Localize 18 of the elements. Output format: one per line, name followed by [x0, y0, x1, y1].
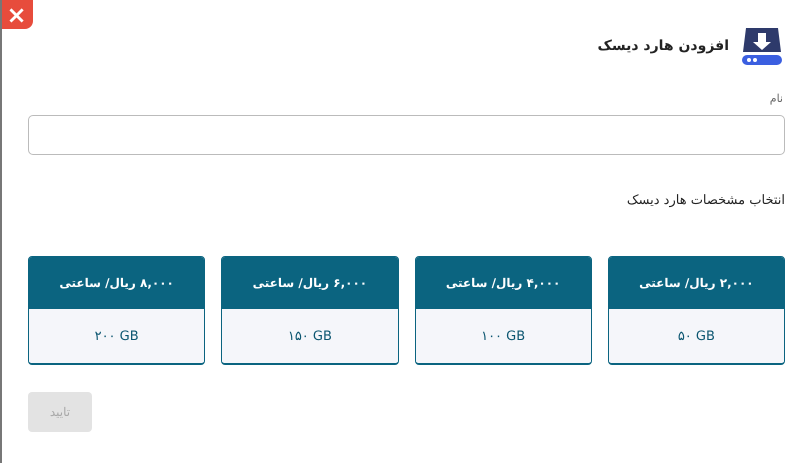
- close-button[interactable]: ×: [2, 0, 33, 29]
- hard-disk-icon: [741, 26, 783, 66]
- plan-size: ۵۰ GB: [678, 328, 715, 344]
- dialog-title: افزودن هارد دیسک: [598, 38, 729, 54]
- plan-card[interactable]: ۸,۰۰۰ ریال/ ساعتی ۲۰۰ GB: [28, 256, 206, 365]
- plan-price: ۸,۰۰۰ ریال/ ساعتی: [59, 276, 174, 290]
- name-field[interactable]: [28, 115, 785, 155]
- plan-size: ۱۰۰ GB: [481, 328, 526, 344]
- plan-size: ۱۵۰ GB: [288, 328, 332, 344]
- plan-price: ۶,۰۰۰ ریال/ ساعتی: [252, 276, 368, 290]
- plan-price: ۲,۰۰۰ ریال/ ساعتی: [639, 276, 754, 290]
- section-title: انتخاب مشخصات هارد دیسک: [626, 193, 785, 208]
- plan-price: ۴,۰۰۰ ریال/ ساعتی: [446, 276, 560, 290]
- plan-card[interactable]: ۶,۰۰۰ ریال/ ساعتی ۱۵۰ GB: [221, 256, 398, 365]
- plan-size: ۲۰۰ GB: [94, 328, 139, 344]
- plan-card[interactable]: ۲,۰۰۰ ریال/ ساعتی ۵۰ GB: [608, 256, 785, 365]
- plan-card[interactable]: ۴,۰۰۰ ریال/ ساعتی ۱۰۰ GB: [414, 256, 592, 365]
- field-label: نام: [768, 92, 784, 105]
